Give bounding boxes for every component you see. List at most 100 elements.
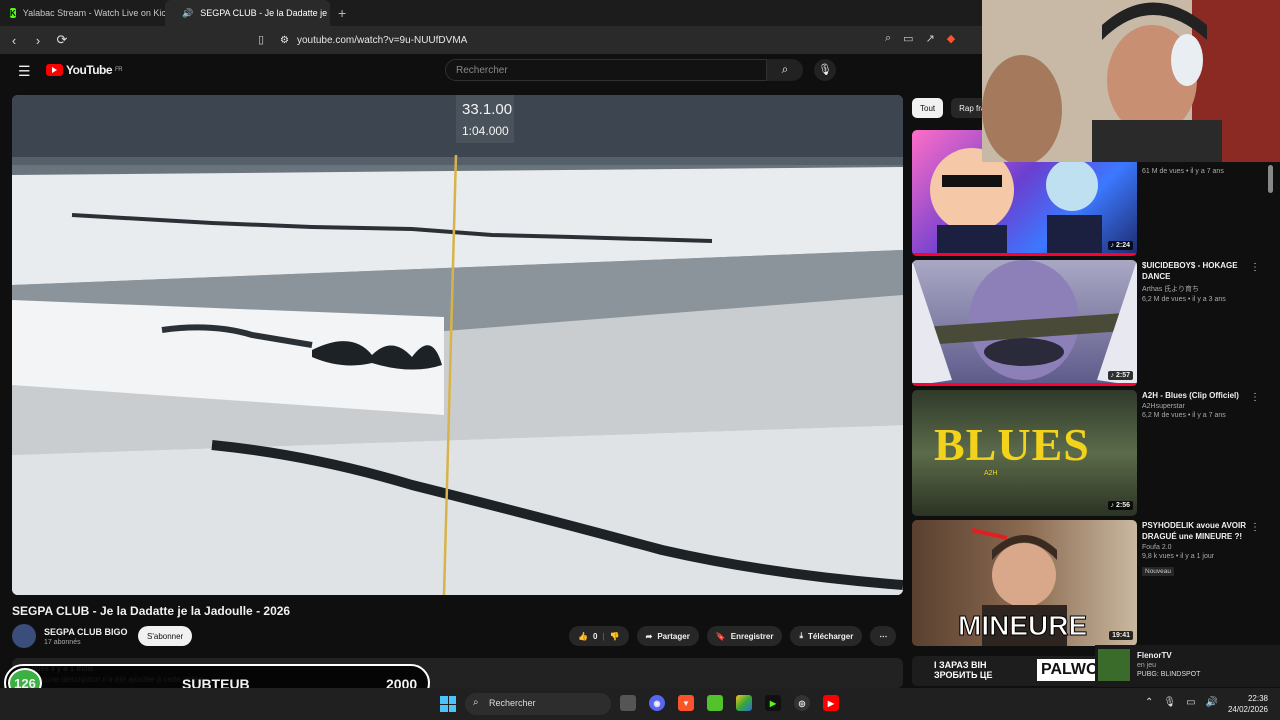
- zoom-icon[interactable]: ⌕: [885, 32, 891, 45]
- microphone-icon[interactable]: 🎙: [1163, 697, 1176, 708]
- chevron-up-icon[interactable]: ⌃: [1145, 697, 1153, 708]
- channel-name[interactable]: Foufa 2.0: [1142, 544, 1252, 551]
- kick-app-icon[interactable]: ▶: [765, 695, 781, 711]
- recommendation-info: PSYHODELIK avoue AVOIR DRAGUÉ une MINEUR…: [1142, 520, 1252, 578]
- site-info-icon[interactable]: ⚙: [280, 35, 289, 46]
- thumbnail-text: MINEURE: [957, 610, 1088, 642]
- windows-start-icon[interactable]: [440, 696, 456, 712]
- video-title[interactable]: A2H - Blues (Clip Officiel): [1142, 390, 1252, 401]
- taskbar-search-label: Rechercher: [489, 698, 536, 708]
- chip-all[interactable]: Tout: [912, 98, 944, 118]
- share-arrow-icon: ➦: [645, 631, 653, 641]
- obs-icon[interactable]: ◎: [794, 695, 810, 711]
- youtube-app-icon[interactable]: ▶: [823, 695, 839, 711]
- taskbar-search[interactable]: ⌕ Rechercher: [465, 693, 611, 715]
- display-icon[interactable]: ▭: [1186, 697, 1195, 708]
- volume-icon[interactable]: 🔊: [1206, 697, 1218, 708]
- microphone-icon: 🎙: [818, 64, 832, 76]
- channel-info: SEGPA CLUB BIGO 17 abonnés: [12, 624, 128, 648]
- speaker-icon: 🔊: [182, 7, 194, 18]
- more-actions-button[interactable]: ⋯: [870, 626, 897, 646]
- watch-progress: [912, 253, 1137, 256]
- duration-badge: ♪ 2:56: [1107, 501, 1133, 510]
- video-title[interactable]: $UICIDEBOY$ - HOKAGE DANCE: [1142, 260, 1252, 282]
- video-meta: 6,2 M de vues • il y a 7 ans: [1142, 412, 1226, 419]
- logo-region: FR: [115, 67, 123, 73]
- youtube-logo[interactable]: YouTube FR: [46, 63, 123, 77]
- recommendation-info: A2H - Blues (Clip Officiel) A2Hsuperstar…: [1142, 390, 1252, 419]
- video-actions: 👍 0 | 👎 ➦ Partager 🔖 Enregistrer ⤓ Téléc…: [569, 626, 897, 646]
- discord-icon[interactable]: ◉: [649, 695, 665, 711]
- search-button[interactable]: ⌕: [767, 59, 803, 81]
- brave-icon[interactable]: ▼: [678, 695, 694, 711]
- download-button[interactable]: ⤓ Télécharger: [790, 626, 863, 646]
- search-input[interactable]: Rechercher: [445, 59, 767, 81]
- video-thumbnail[interactable]: ♪ 2:57: [912, 260, 1137, 386]
- watch-progress: [912, 383, 1137, 386]
- url-text: youtube.com/watch?v=9u-NUUfDVMA: [296, 34, 468, 46]
- video-frame: 33.1.00 1:04.000: [12, 95, 903, 595]
- webcam-overlay: [982, 0, 1280, 162]
- friend-status: en jeu: [1137, 662, 1157, 669]
- friend-notification[interactable]: FlenorTV en jeu PUBG: BLINDSPOT: [1095, 645, 1280, 687]
- brave-shield-icon[interactable]: ◆: [947, 32, 955, 45]
- share-button[interactable]: ➦ Partager: [636, 626, 699, 646]
- dislike-icon[interactable]: 👎: [610, 632, 620, 641]
- duration-badge: 19:41: [1109, 631, 1133, 640]
- youtube-header: ☰ YouTube FR Rechercher ⌕ 🎙: [0, 54, 980, 86]
- game-thumbnail: [1098, 649, 1130, 681]
- tab-title: Yalabac Stream - Watch Live on Kick: [22, 8, 165, 18]
- video-player[interactable]: 33.1.00 1:04.000: [12, 95, 903, 595]
- youtube-play-icon: [46, 64, 63, 76]
- scrollbar[interactable]: [1268, 165, 1273, 193]
- task-view-icon[interactable]: [620, 695, 636, 711]
- cast-icon[interactable]: ▭: [903, 32, 913, 45]
- address-bar-actions: ⌕ ▭ ↗ ◆: [885, 32, 955, 45]
- share-icon[interactable]: ↗: [926, 32, 935, 45]
- video-meta: 61 M de vues • il y a 7 ans: [1142, 168, 1224, 175]
- search-icon: ⌕: [781, 62, 789, 76]
- system-clock[interactable]: 22:38 24/02/2026: [1226, 693, 1268, 715]
- tab-youtube[interactable]: 🔊 SEGPA CLUB - Je la Dadatte je ✕: [165, 0, 330, 26]
- save-button[interactable]: 🔖 Enregistrer: [706, 626, 783, 646]
- channel-avatar[interactable]: [12, 624, 36, 648]
- thumbnail-text: І ЗАРАЗ ВІН ЗРОБИТЬ ЦЕ: [934, 660, 993, 680]
- reload-icon[interactable]: ⟳: [52, 32, 72, 48]
- video-thumbnail[interactable]: MINEURE 19:41: [912, 520, 1137, 646]
- more-options-icon[interactable]: ⋮: [1250, 262, 1260, 273]
- like-icon[interactable]: 👍: [578, 632, 588, 641]
- download-label: Télécharger: [808, 631, 854, 641]
- forward-icon[interactable]: ›: [28, 33, 48, 48]
- back-icon[interactable]: ‹: [4, 33, 24, 48]
- timeline-position: 33.1.00: [462, 101, 512, 118]
- thumbnail-text-2: PALWO: [1037, 659, 1103, 681]
- video-title[interactable]: PSYHODELIK avoue AVOIR DRAGUÉ une MINEUR…: [1142, 520, 1252, 542]
- thumbnail-subtext: A2H: [984, 470, 998, 477]
- bookmark-icon[interactable]: ▯: [258, 33, 264, 46]
- recommendation-info: $UICIDEBOY$ - HOKAGE DANCE Arthas 氏より育ち …: [1142, 260, 1252, 303]
- video-meta: 6,2 M de vues • il y a 3 ans: [1142, 296, 1226, 303]
- subscriber-count: 17 abonnés: [44, 638, 81, 646]
- search-icon: ⌕: [473, 697, 479, 708]
- like-dislike-group: 👍 0 | 👎: [569, 626, 629, 646]
- channel-name[interactable]: A2Hsuperstar: [1142, 403, 1252, 410]
- anime-thumbnail-art: [912, 260, 1137, 386]
- url-field[interactable]: ⚙ youtube.com/watch?v=9u-NUUfDVMA: [280, 30, 880, 50]
- new-tab-button[interactable]: +: [330, 5, 354, 21]
- voice-search-button[interactable]: 🎙: [814, 59, 836, 81]
- subscribe-button[interactable]: S'abonner: [138, 626, 193, 646]
- recommendation-item[interactable]: MINEURE 19:41 PSYHODELIK avoue AVOIR DRA…: [912, 520, 1272, 646]
- more-options-icon[interactable]: ⋮: [1250, 392, 1260, 403]
- recommendation-item[interactable]: BLUES A2H ♪ 2:56 A2H - Blues (Clip Offic…: [912, 390, 1272, 516]
- channel-name[interactable]: SEGPA CLUB BIGO: [44, 627, 128, 637]
- more-options-icon[interactable]: ⋮: [1250, 522, 1260, 533]
- bluestacks-icon[interactable]: [736, 695, 752, 711]
- recommendation-item[interactable]: ♪ 2:57 $UICIDEBOY$ - HOKAGE DANCE Arthas…: [912, 260, 1272, 386]
- video-thumbnail[interactable]: BLUES A2H ♪ 2:56: [912, 390, 1137, 516]
- menu-icon[interactable]: ☰: [18, 63, 31, 80]
- system-tray: ⌃ 🎙 ▭ 🔊: [1145, 697, 1218, 708]
- tab-kick[interactable]: K Yalabac Stream - Watch Live on Kick: [0, 0, 165, 26]
- channel-name[interactable]: Arthas 氏より育ち: [1142, 284, 1252, 294]
- tab-title: SEGPA CLUB - Je la Dadatte je: [200, 8, 328, 18]
- spreadsheet-icon[interactable]: [707, 695, 723, 711]
